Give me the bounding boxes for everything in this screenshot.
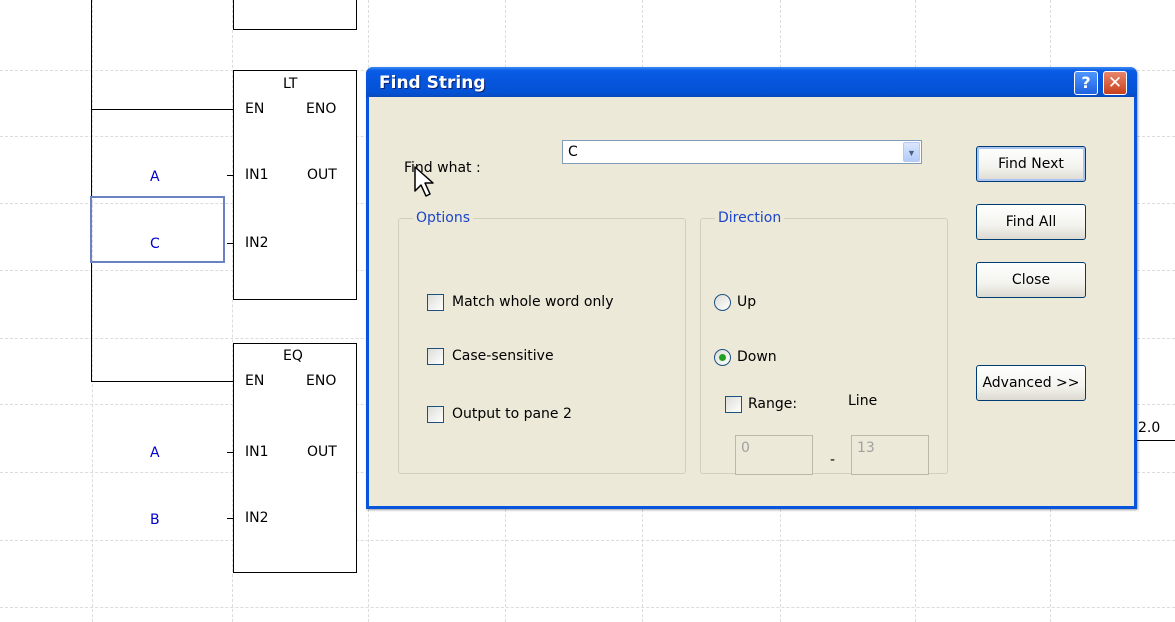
find-what-value[interactable]: C bbox=[568, 144, 578, 160]
eq-en-pin: EN bbox=[245, 373, 265, 389]
range-to-field[interactable]: 13 bbox=[851, 435, 929, 475]
advanced-button[interactable]: Advanced >> bbox=[976, 365, 1086, 401]
lt-en-pin: EN bbox=[245, 101, 265, 117]
pin-tick bbox=[227, 518, 234, 519]
lt-in2-pin: IN2 bbox=[245, 235, 269, 251]
close-window-button[interactable]: ✕ bbox=[1103, 71, 1127, 95]
output-wire bbox=[1137, 440, 1175, 441]
block-edge bbox=[233, 0, 234, 30]
dialog-title: Find String bbox=[379, 73, 486, 93]
grid-line bbox=[92, 0, 93, 622]
eq-in1-variable[interactable]: A bbox=[150, 445, 160, 461]
mouse-cursor-icon bbox=[414, 166, 434, 197]
find-all-button[interactable]: Find All bbox=[976, 204, 1086, 240]
pin-tick bbox=[227, 175, 234, 176]
question-mark-icon: ? bbox=[1081, 73, 1091, 92]
power-rail bbox=[91, 0, 92, 382]
case-sensitive-label[interactable]: Case-sensitive bbox=[452, 348, 554, 364]
grid-line bbox=[0, 607, 1175, 608]
lt-in1-variable[interactable]: A bbox=[150, 169, 160, 185]
output-pane2-checkbox[interactable] bbox=[427, 406, 444, 423]
output-pane2-label[interactable]: Output to pane 2 bbox=[452, 406, 572, 422]
grid-line bbox=[0, 540, 1175, 541]
lt-block-name: LT bbox=[283, 76, 298, 92]
help-button[interactable]: ? bbox=[1074, 71, 1098, 95]
selection-cursor bbox=[90, 196, 225, 263]
block-edge bbox=[233, 29, 357, 30]
range-checkbox[interactable] bbox=[725, 396, 742, 413]
eq-in1-pin: IN1 bbox=[245, 444, 269, 460]
en-wire bbox=[91, 109, 234, 110]
dialog-titlebar[interactable]: Find String ? ✕ bbox=[366, 67, 1137, 97]
lt-eno-pin: ENO bbox=[306, 101, 337, 117]
options-group: Options bbox=[398, 210, 686, 474]
eq-block-name: EQ bbox=[283, 348, 303, 364]
direction-group-title: Direction bbox=[715, 210, 785, 226]
find-what-combobox[interactable]: C ▼ bbox=[562, 140, 922, 164]
options-group-title: Options bbox=[413, 210, 474, 226]
pin-tick bbox=[227, 243, 234, 244]
range-from-value: 0 bbox=[741, 440, 750, 456]
match-whole-word-label[interactable]: Match whole word only bbox=[452, 294, 614, 310]
en-wire bbox=[91, 381, 234, 382]
block-edge bbox=[356, 0, 357, 30]
eq-eno-pin: ENO bbox=[306, 373, 337, 389]
match-whole-word-checkbox[interactable] bbox=[427, 294, 444, 311]
dialog-body: Find what : C ▼ Options Match whole word… bbox=[369, 97, 1134, 506]
eq-out-pin: OUT bbox=[307, 444, 337, 460]
pin-tick bbox=[227, 452, 234, 453]
range-separator: - bbox=[830, 452, 836, 468]
close-button[interactable]: Close bbox=[976, 262, 1086, 298]
eq-in2-pin: IN2 bbox=[245, 510, 269, 526]
range-label[interactable]: Range: bbox=[748, 396, 797, 412]
direction-down-label[interactable]: Down bbox=[737, 349, 777, 365]
lt-out-pin: OUT bbox=[307, 167, 337, 183]
range-to-value: 13 bbox=[857, 440, 875, 456]
direction-down-radio[interactable] bbox=[714, 349, 731, 366]
case-sensitive-checkbox[interactable] bbox=[427, 348, 444, 365]
find-next-button[interactable]: Find Next bbox=[976, 146, 1086, 182]
chevron-down-icon[interactable]: ▼ bbox=[903, 142, 920, 162]
partial-output-label: 2.0 bbox=[1138, 420, 1161, 436]
line-label: Line bbox=[848, 393, 878, 409]
find-string-dialog: Find String ? ✕ Find what : C ▼ Options … bbox=[366, 67, 1137, 509]
direction-up-label[interactable]: Up bbox=[737, 294, 756, 310]
direction-up-radio[interactable] bbox=[714, 294, 731, 311]
lt-in1-pin: IN1 bbox=[245, 167, 269, 183]
eq-in2-variable[interactable]: B bbox=[150, 512, 160, 528]
range-from-field[interactable]: 0 bbox=[735, 435, 813, 475]
close-x-icon: ✕ bbox=[1107, 73, 1123, 93]
